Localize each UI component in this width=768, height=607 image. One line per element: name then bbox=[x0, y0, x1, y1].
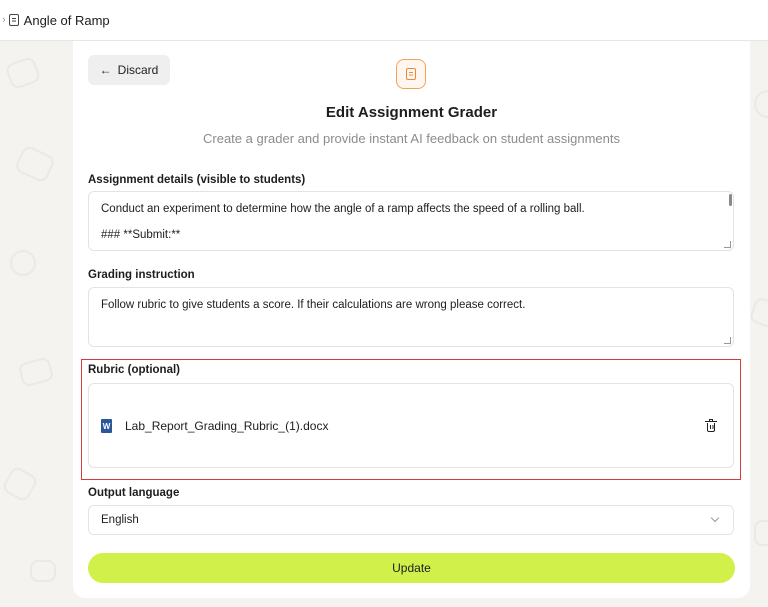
breadcrumb-chevron[interactable]: › bbox=[2, 14, 6, 26]
update-button[interactable]: Update bbox=[88, 553, 735, 583]
output-language-select[interactable]: English bbox=[88, 505, 734, 535]
discard-button[interactable]: ← Discard bbox=[88, 55, 170, 85]
output-language-label: Output language bbox=[88, 487, 180, 499]
top-bar: › Angle of Ramp bbox=[0, 0, 768, 41]
rubric-file-name[interactable]: Lab_Report_Grading_Rubric_(1).docx bbox=[125, 419, 328, 433]
page-title: Edit Assignment Grader bbox=[325, 104, 498, 121]
assignment-grader-card: ← Discard Edit Assignment Grader Create … bbox=[73, 41, 750, 598]
trash-icon[interactable] bbox=[705, 419, 717, 433]
resize-handle[interactable] bbox=[724, 241, 731, 248]
grading-instruction-textarea[interactable]: Follow rubric to give students a score. … bbox=[88, 287, 734, 347]
grading-instruction-text: Follow rubric to give students a score. … bbox=[101, 299, 526, 311]
chevron-down-icon bbox=[710, 513, 720, 523]
page-subtitle: Create a grader and provide instant AI f… bbox=[203, 131, 620, 146]
rubric-label: Rubric (optional) bbox=[88, 364, 180, 376]
rubric-file-box: W Lab_Report_Grading_Rubric_(1).docx bbox=[88, 383, 734, 468]
arrow-left-icon: ← bbox=[99, 63, 112, 77]
grading-instruction-label: Grading instruction bbox=[88, 269, 195, 281]
word-doc-icon: W bbox=[101, 417, 119, 435]
resize-handle[interactable] bbox=[724, 337, 731, 344]
assignment-details-line: ### **Submit:** bbox=[101, 229, 181, 241]
discard-label: Discard bbox=[117, 63, 159, 77]
scrollbar[interactable] bbox=[729, 194, 732, 206]
breadcrumb-title[interactable]: Angle of Ramp bbox=[24, 13, 110, 28]
output-language-value: English bbox=[101, 514, 139, 526]
document-icon bbox=[8, 14, 19, 26]
assignment-details-label: Assignment details (visible to students) bbox=[88, 174, 306, 186]
assignment-details-line: Conduct an experiment to determine how t… bbox=[101, 203, 585, 215]
document-icon bbox=[396, 59, 426, 89]
assignment-details-textarea[interactable]: Conduct an experiment to determine how t… bbox=[88, 191, 734, 251]
